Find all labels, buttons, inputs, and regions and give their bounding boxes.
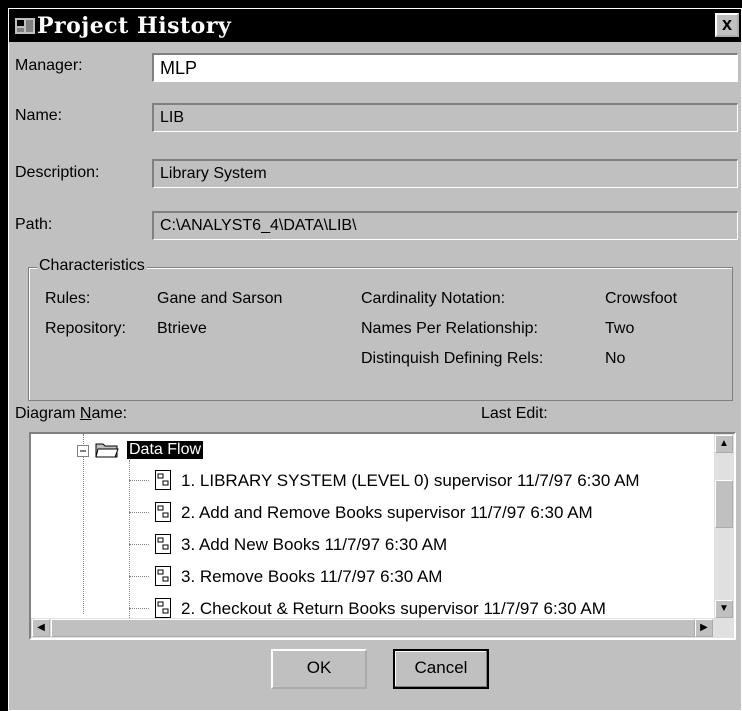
repository-label: Repository: — [45, 320, 126, 337]
tree-line — [129, 576, 149, 578]
tree-folder-row[interactable]: Data Flow — [31, 436, 731, 466]
list-item[interactable]: 3. Add New Books 11/7/97 6:30 AM — [31, 530, 731, 560]
close-button[interactable]: x — [715, 13, 739, 37]
distinguish-value: No — [605, 350, 626, 367]
cardinality-value: Crowsfoot — [605, 290, 678, 307]
manager-field[interactable]: MLP — [152, 53, 738, 82]
diagram-icon — [155, 470, 171, 490]
horizontal-scrollbar[interactable]: ◀ ▶ — [31, 618, 734, 638]
path-field: C:\ANALYST6_4\DATA\LIB\ — [152, 211, 738, 240]
tree-line — [129, 512, 149, 514]
diagram-item-label[interactable]: 2. Checkout & Return Books supervisor 11… — [181, 599, 606, 619]
manager-label: Manager: — [15, 57, 83, 74]
collapse-icon[interactable] — [77, 445, 89, 457]
name-field: LIB — [152, 103, 738, 132]
names-per-relationship-label: Names Per Relationship: — [361, 320, 538, 337]
diagram-tree[interactable]: Data Flow 1. LIBRARY SYSTEM (LEVEL 0) su… — [29, 432, 736, 640]
last-edit-header: Last Edit: — [481, 405, 548, 422]
diagram-icon — [155, 534, 171, 554]
list-item[interactable]: 3. Remove Books 11/7/97 6:30 AM — [31, 562, 731, 592]
scroll-up-arrow-icon[interactable]: ▲ — [715, 435, 733, 453]
scroll-right-arrow-icon[interactable]: ▶ — [695, 619, 713, 637]
cancel-button[interactable]: Cancel — [393, 649, 489, 689]
diagram-name-header-prefix: Diagram — [15, 405, 80, 422]
rules-label: Rules: — [45, 290, 91, 307]
path-label: Path: — [15, 216, 53, 233]
diagram-item-label[interactable]: 2. Add and Remove Books supervisor 11/7/… — [181, 503, 593, 523]
diagram-icon — [155, 566, 171, 586]
rules-value: Gane and Sarson — [157, 290, 283, 307]
tree-line — [129, 544, 149, 546]
name-label: Name: — [15, 107, 63, 124]
app-icon — [15, 18, 35, 34]
horizontal-scroll-thumb[interactable] — [51, 619, 695, 637]
scroll-left-arrow-icon[interactable]: ◀ — [32, 619, 50, 637]
diagram-item-label[interactable]: 3. Remove Books 11/7/97 6:30 AM — [181, 567, 442, 587]
distinguish-label: Distinquish Defining Rels: — [361, 350, 544, 367]
vertical-scrollbar[interactable]: ▲ ▼ — [714, 434, 734, 620]
diagram-name-header-suffix: ame: — [91, 405, 128, 422]
project-history-dialog: Project History x Manager: MLP Name: LIB… — [8, 8, 742, 711]
repository-value: Btrieve — [157, 320, 207, 337]
list-item[interactable]: 1. LIBRARY SYSTEM (LEVEL 0) supervisor 1… — [31, 466, 731, 496]
tree-line — [129, 608, 149, 610]
tree-line — [129, 480, 149, 482]
folder-label[interactable]: Data Flow — [127, 441, 204, 459]
ok-button[interactable]: OK — [271, 649, 367, 689]
description-field: Library System — [152, 159, 738, 188]
diagram-name-header: Diagram Name: — [15, 405, 127, 423]
diagram-item-label[interactable]: 1. LIBRARY SYSTEM (LEVEL 0) supervisor 1… — [181, 471, 640, 491]
description-label: Description: — [15, 164, 100, 181]
diagram-item-label[interactable]: 3. Add New Books 11/7/97 6:30 AM — [181, 535, 447, 555]
window-title: Project History — [37, 13, 232, 39]
names-per-relationship-value: Two — [605, 320, 635, 337]
title-bar[interactable]: Project History x — [9, 9, 741, 42]
diagram-name-header-mnemonic: N — [79, 405, 92, 422]
diagram-icon — [155, 598, 171, 618]
vertical-scroll-thumb[interactable] — [715, 480, 733, 528]
open-folder-icon — [95, 443, 119, 458]
diagram-icon — [155, 502, 171, 522]
cardinality-label: Cardinality Notation: — [361, 290, 506, 307]
characteristics-legend: Characteristics — [37, 257, 147, 275]
list-item[interactable]: 2. Add and Remove Books supervisor 11/7/… — [31, 498, 731, 528]
scroll-down-arrow-icon[interactable]: ▼ — [715, 600, 733, 618]
